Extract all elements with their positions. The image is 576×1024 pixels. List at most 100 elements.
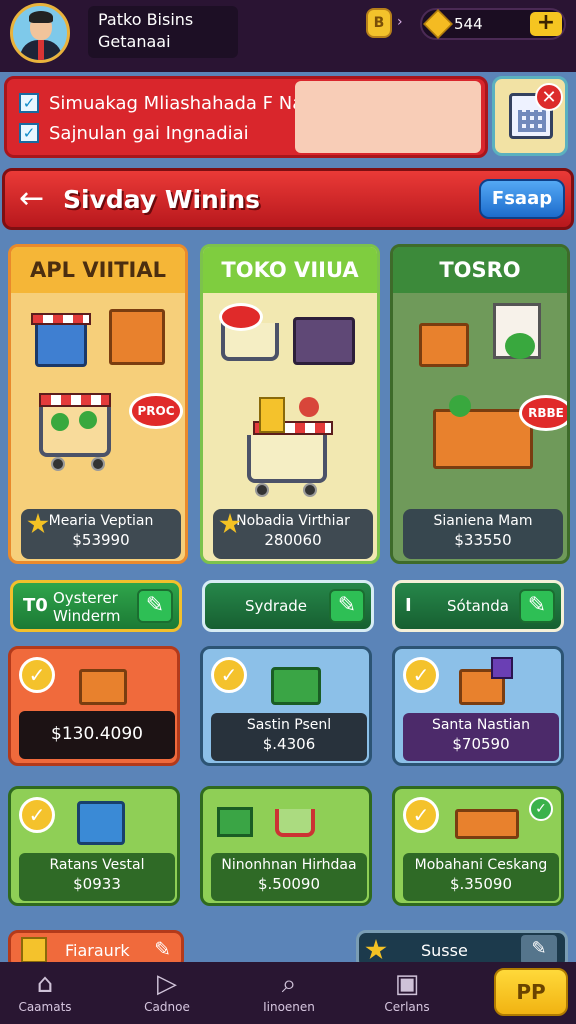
mission-row-1[interactable]: ✓ Simuakag Mliashahada F Nag bbox=[19, 91, 315, 115]
section-title-bar: ← Sivday Winins Fsaap bbox=[2, 168, 574, 230]
currency-value: 544 bbox=[454, 15, 483, 33]
nav-item-store[interactable]: ▣ Cerlans bbox=[362, 968, 452, 1014]
product-tile[interactable]: ✓ Santa Nastian $70590 bbox=[392, 646, 564, 766]
check-badge-icon: ✓ bbox=[403, 797, 439, 833]
shop-action-button[interactable]: Fsaap bbox=[479, 179, 565, 219]
category-price: 280060 bbox=[264, 531, 322, 549]
edit-pencil-icon[interactable]: ✎ bbox=[137, 589, 173, 623]
shop-cta-button[interactable]: PP bbox=[494, 968, 568, 1016]
category-price: $33550 bbox=[454, 531, 512, 549]
product-name: Mobahani Ceskang bbox=[414, 857, 548, 873]
chevron-right-icon: › bbox=[397, 14, 403, 30]
checkbox-icon[interactable]: ✓ bbox=[19, 93, 39, 113]
product-illustration: ✓ bbox=[455, 795, 553, 847]
nav-label: Caamats bbox=[18, 1000, 72, 1014]
shelf-icon bbox=[455, 809, 519, 839]
product-price: $.35090 bbox=[449, 875, 513, 893]
home-icon: ⌂ bbox=[36, 969, 54, 999]
store-stall-icon bbox=[109, 309, 165, 365]
product-plate: Ratans Vestal $0933 bbox=[19, 853, 175, 901]
produce-icon bbox=[505, 333, 535, 359]
product-illustration bbox=[71, 795, 135, 847]
product-tile[interactable]: Ninonhnan Hirhdaa $.50090 bbox=[200, 786, 372, 906]
wheel-icon bbox=[255, 483, 269, 497]
product-illustration bbox=[263, 655, 327, 707]
edit-pencil-icon[interactable]: ✎ bbox=[154, 937, 171, 961]
product-tile[interactable]: ✓ Sastin Psenl $.4306 bbox=[200, 646, 372, 766]
mode-label-line-1: Oysterer bbox=[53, 589, 118, 607]
product-plate: Santa Nastian $70590 bbox=[403, 713, 559, 761]
mission-text-2: Sajnulan gai Ingnadiai bbox=[49, 122, 249, 144]
player-name: Patko Bisins bbox=[98, 10, 194, 29]
add-currency-button[interactable]: + bbox=[530, 12, 562, 36]
gold-gem-icon bbox=[423, 9, 453, 39]
top-bar: Patko Bisins Getanaai B › 544 + bbox=[0, 0, 576, 72]
nav-label: Iinoenen bbox=[263, 1000, 315, 1014]
shopping-cart-icon bbox=[275, 809, 315, 837]
category-title: APL VIITIAL bbox=[11, 247, 185, 293]
currency-display: 544 + bbox=[420, 8, 566, 40]
product-price: $130.4090 bbox=[51, 724, 143, 744]
flower-icon bbox=[299, 397, 319, 417]
product-plate: Sastin Psenl $.4306 bbox=[211, 713, 367, 761]
check-icon: ✓ bbox=[529, 797, 553, 821]
product-tile[interactable]: ✓ ✓ Mobahani Ceskang $.35090 bbox=[392, 786, 564, 906]
plant-icon bbox=[449, 395, 471, 417]
market-stall-icon bbox=[433, 409, 533, 469]
category-card-2[interactable]: TOKO VIIUA Nobadia Virthiar 280060 bbox=[200, 244, 380, 564]
check-badge-icon: ✓ bbox=[403, 657, 439, 693]
calendar-grid bbox=[518, 110, 546, 132]
register-icon bbox=[293, 317, 355, 365]
mission-banner: ✓ Simuakag Mliashahada F Nag ✓ Sajnulan … bbox=[4, 76, 488, 158]
mode-button-3[interactable]: I Sótanda ✎ bbox=[392, 580, 564, 632]
mode-icon: I bbox=[405, 595, 412, 616]
product-name: Ratans Vestal bbox=[49, 857, 145, 873]
mode-icon: T0 bbox=[23, 595, 48, 616]
player-subtitle: Getanaai bbox=[98, 32, 171, 51]
edit-pencil-icon[interactable]: ✎ bbox=[521, 935, 557, 965]
coin-badge-icon[interactable]: B bbox=[366, 8, 392, 38]
category-item-name: Sianiena Mam bbox=[433, 513, 533, 529]
nav-item-play[interactable]: ▷ Cadnoe bbox=[122, 968, 212, 1014]
mode-label: Sydrade bbox=[245, 597, 308, 615]
mode-label: Oysterer Winderm bbox=[53, 589, 120, 625]
category-card-3[interactable]: TOSRO RBBE Sianiena Mam $33550 bbox=[390, 244, 570, 564]
back-arrow-icon[interactable]: ← bbox=[19, 181, 44, 216]
mission-row-2[interactable]: ✓ Sajnulan gai Ingnadiai bbox=[19, 121, 249, 145]
mission-text-1: Simuakag Mliashahada F Nag bbox=[49, 92, 315, 114]
sale-tag-icon: RBBE bbox=[519, 395, 567, 431]
checkbox-icon[interactable]: ✓ bbox=[19, 123, 39, 143]
edit-pencil-icon[interactable]: ✎ bbox=[519, 589, 555, 623]
category-price: $53990 bbox=[72, 531, 130, 549]
store-icon: ▣ bbox=[394, 969, 420, 999]
category-card-1[interactable]: APL VIITIAL PROC Mearia Veptian $53990 bbox=[8, 244, 188, 564]
mode-button-2[interactable]: Sydrade ✎ bbox=[202, 580, 374, 632]
category-label: Mearia Veptian $53990 bbox=[21, 509, 181, 559]
mode-button-1[interactable]: T0 Oysterer Winderm ✎ bbox=[10, 580, 182, 632]
product-box-icon bbox=[79, 669, 127, 705]
shopping-cart-icon bbox=[247, 435, 327, 483]
edit-pencil-icon[interactable]: ✎ bbox=[329, 589, 365, 623]
vegetable-icon bbox=[51, 413, 69, 431]
product-name: Ninonhnan Hirhdaa bbox=[221, 857, 357, 873]
product-plate: Ninonhnan Hirhdaa $.50090 bbox=[211, 853, 367, 901]
product-box-icon bbox=[259, 397, 285, 433]
vegetable-icon bbox=[79, 411, 97, 429]
wheel-icon bbox=[91, 457, 105, 471]
calendar-button[interactable]: ✕ bbox=[492, 76, 568, 156]
product-plate: Mobahani Ceskang $.35090 bbox=[403, 853, 559, 901]
shop-awning-icon bbox=[31, 313, 91, 325]
nav-label: Cadnoe bbox=[144, 1000, 190, 1014]
search-icon: ⌕ bbox=[281, 969, 297, 999]
box-icon bbox=[21, 937, 47, 963]
product-tile[interactable]: ✓ Ratans Vestal $0933 bbox=[8, 786, 180, 906]
nav-item-home[interactable]: ⌂ Caamats bbox=[0, 968, 90, 1014]
nav-label: Cerlans bbox=[384, 1000, 430, 1014]
wheel-icon bbox=[51, 457, 65, 471]
player-info: Patko Bisins Getanaai bbox=[88, 6, 238, 58]
product-illustration bbox=[211, 795, 371, 847]
close-icon[interactable]: ✕ bbox=[535, 83, 563, 111]
nav-item-search[interactable]: ⌕ Iinoenen bbox=[244, 968, 334, 1014]
product-tile[interactable]: ✓ $130.4090 bbox=[8, 646, 180, 766]
player-avatar[interactable] bbox=[10, 3, 70, 63]
